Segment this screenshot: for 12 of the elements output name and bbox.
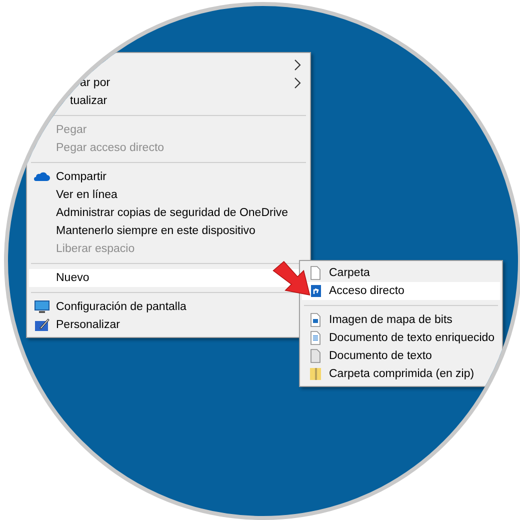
menu-item[interactable]: Documento de texto (302, 347, 500, 365)
menu-item[interactable]: Administrar copias de seguridad de OneDrive (29, 204, 308, 222)
zip-folder-icon (307, 367, 323, 381)
menu-item[interactable]: tualizar (29, 92, 308, 110)
menu-item[interactable]: Acceso directo (302, 282, 500, 300)
cloud-icon (34, 170, 50, 184)
menu-item[interactable]: Mantenerlo siempre en este dispositivo (29, 222, 308, 240)
menu-item[interactable]: Compartir (29, 168, 308, 186)
menu-item[interactable]: Ver en línea (29, 186, 308, 204)
menu-item[interactable]: Carpeta comprimida (en zip) (302, 365, 500, 383)
personalize-icon (34, 318, 50, 332)
monitor-icon (34, 300, 50, 314)
